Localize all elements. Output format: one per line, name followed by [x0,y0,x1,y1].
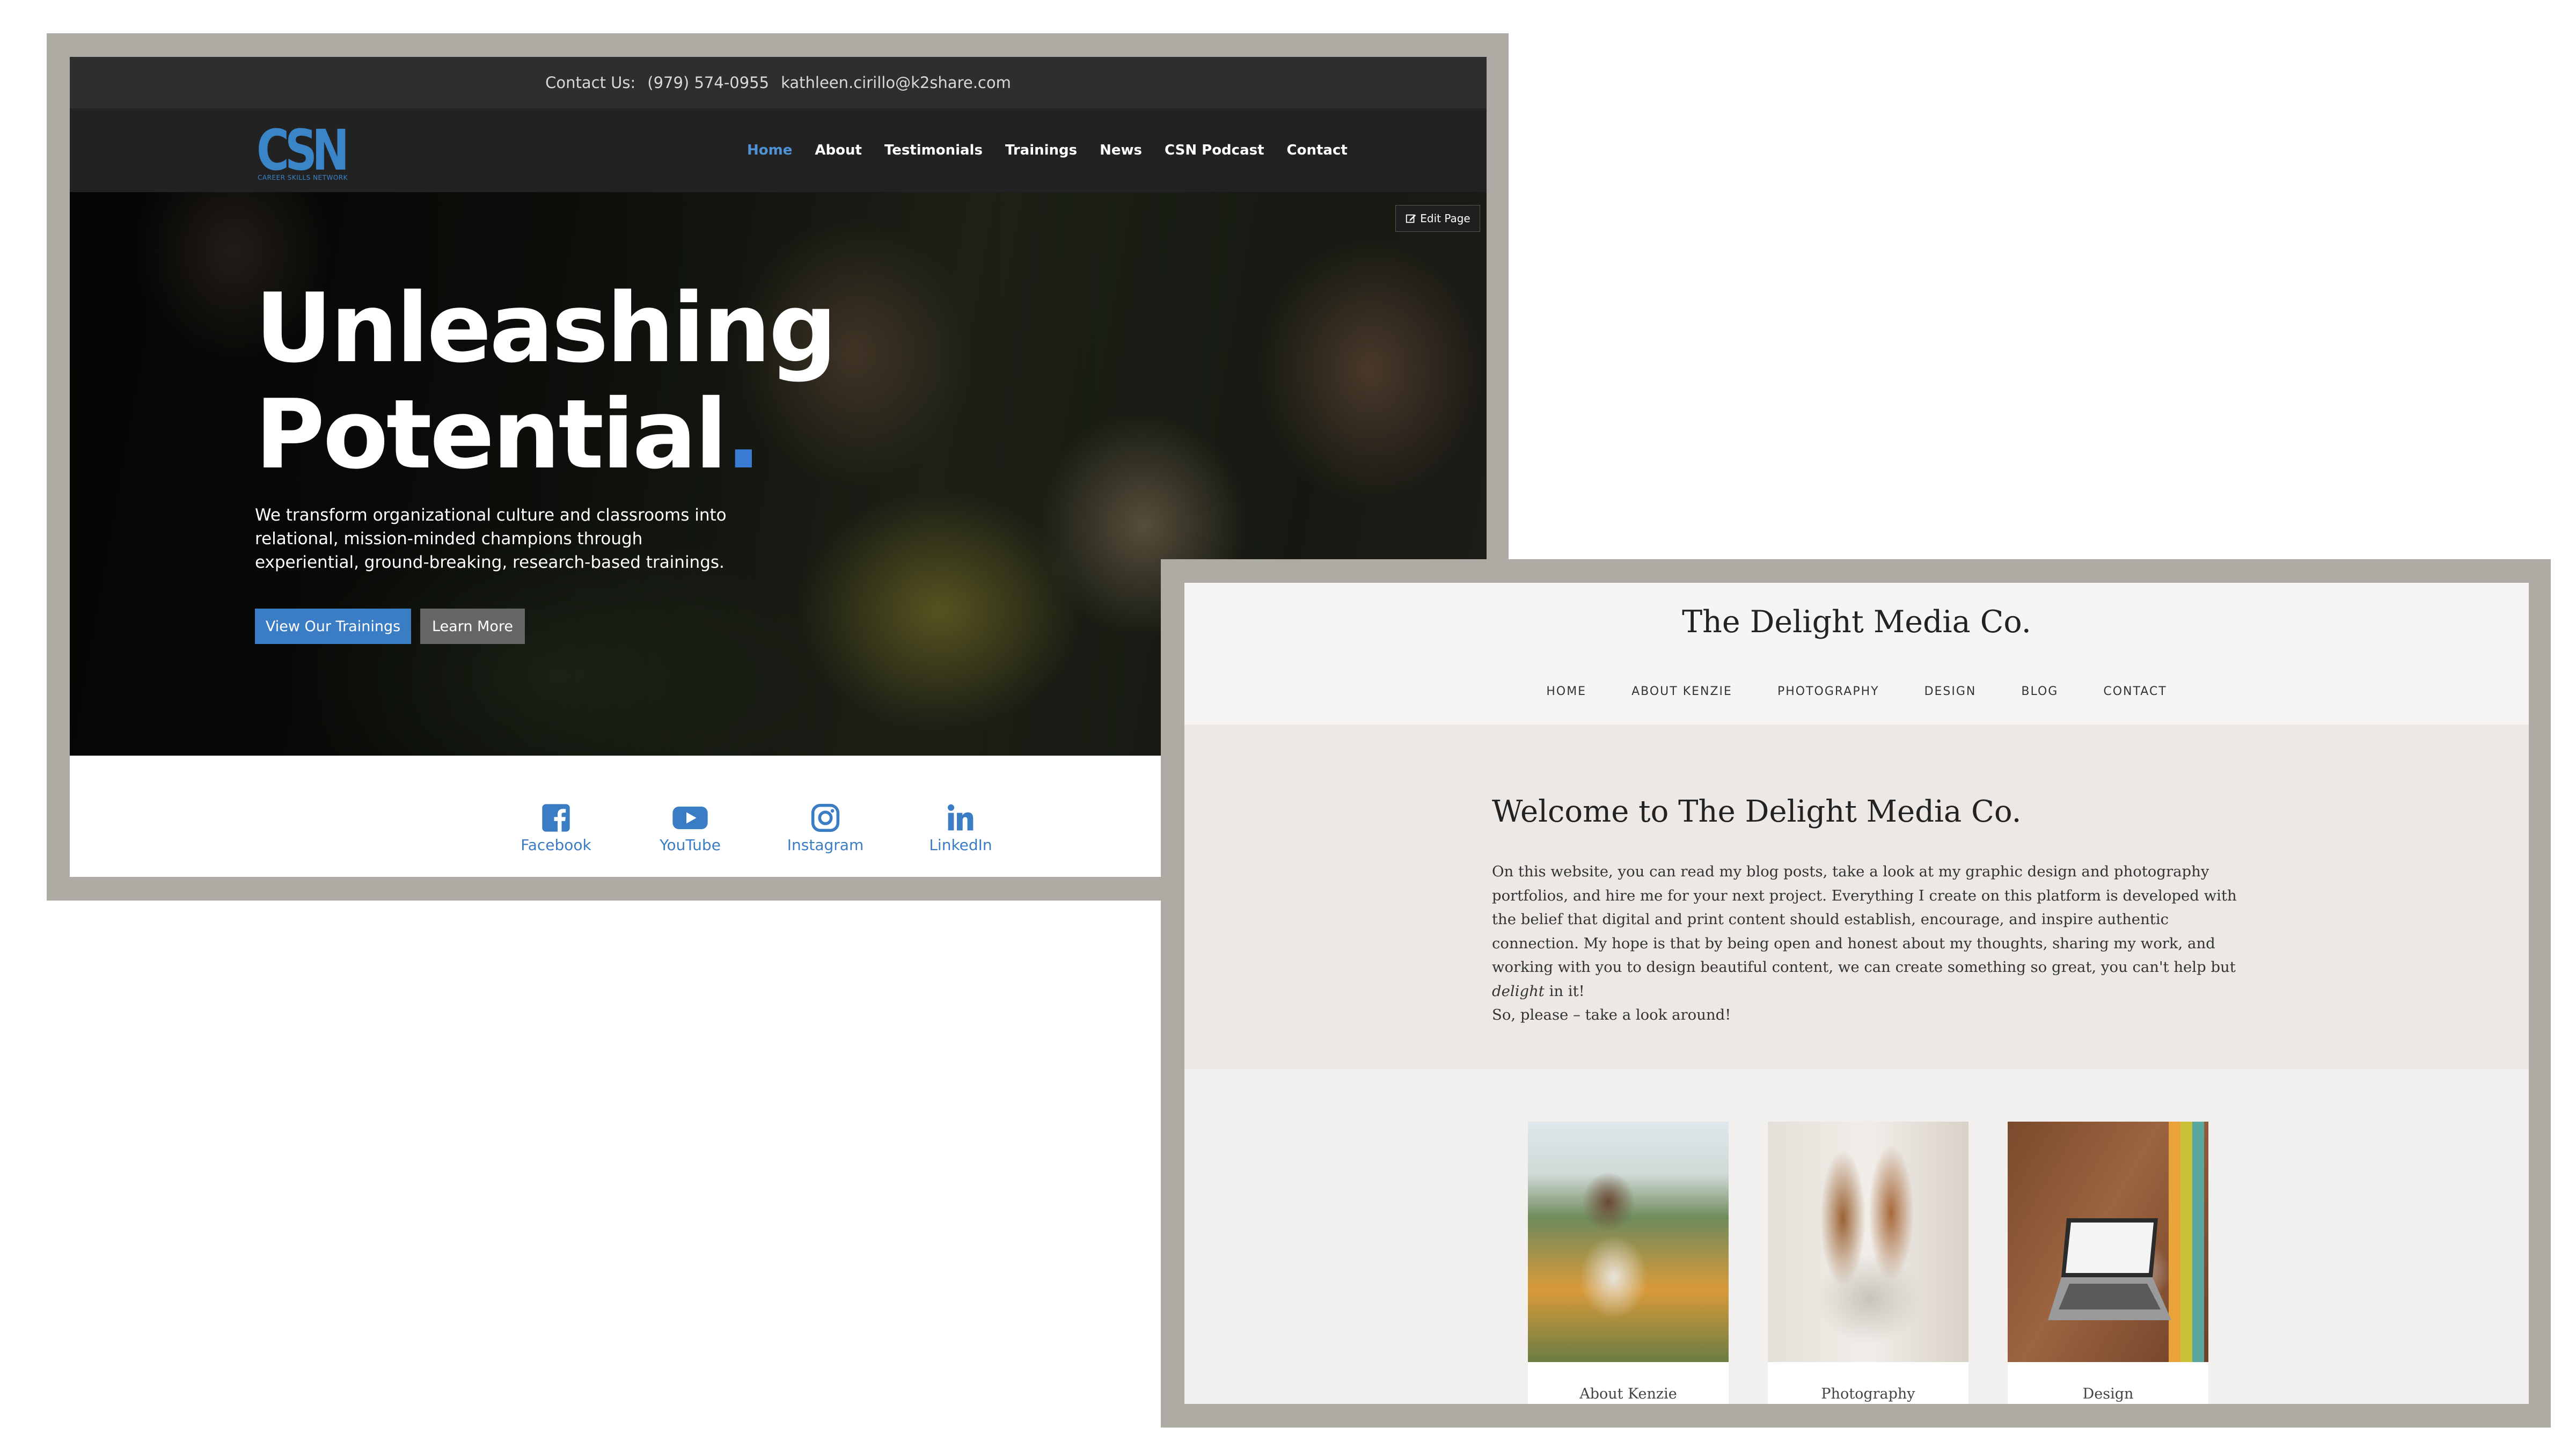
cards-section: About Kenzie Photography Design [1184,1069,2529,1404]
rainbow-stripe [2180,1122,2192,1362]
nav-trainings[interactable]: Trainings [1005,142,1077,158]
youtube-label: YouTube [660,836,721,854]
welcome-heading: Welcome to The Delight Media Co. [1492,794,2022,829]
contact-label: Contact Us: [545,74,636,92]
dm-nav-design[interactable]: DESIGN [1924,685,1977,698]
nav-testimonials[interactable]: Testimonials [884,142,983,158]
logo-text: CSN [257,118,349,183]
instagram-icon [811,803,840,832]
hero-title-dot: . [725,379,762,490]
nav-news[interactable]: News [1100,142,1142,158]
hero-title-line2-wrap: Potential. [255,382,835,488]
facebook-label: Facebook [521,836,591,854]
dm-nav-contact[interactable]: CONTACT [2103,685,2167,698]
social-linkedin[interactable]: LinkedIn [918,803,1004,854]
facebook-icon [542,804,570,832]
site-title[interactable]: The Delight Media Co. [1184,604,2529,640]
nav-contact[interactable]: Contact [1287,142,1348,158]
card-caption: Design [2082,1386,2134,1402]
edit-page-button[interactable]: Edit Page [1395,205,1480,232]
rainbow-stripe [2192,1122,2204,1362]
about-kenzie-photo [1528,1122,1729,1362]
dm-nav: HOME ABOUT KENZIE PHOTOGRAPHY DESIGN BLO… [1184,685,2529,698]
welcome-body-emphasis: delight [1492,982,1545,1000]
edit-icon [1406,214,1416,223]
photography-photo [1768,1122,1968,1362]
dm-nav-home[interactable]: HOME [1546,685,1586,698]
welcome-body-text-end: in it! [1544,982,1585,1000]
logo-subtext: CAREER SKILLS NETWORK [258,174,348,181]
linkedin-icon [947,804,974,831]
hero-title-line2: Potential [255,379,728,490]
nav-links: Home About Testimonials Trainings News C… [747,108,1348,192]
csn-logo[interactable]: CSN CAREER SKILLS NETWORK [257,122,349,186]
linkedin-label: LinkedIn [929,836,992,854]
card-photography[interactable]: Photography [1768,1122,1968,1404]
hero-description: We transform organizational culture and … [255,506,727,572]
welcome-body: On this website, you can read my blog po… [1492,860,2254,1027]
welcome-body-line2: So, please – take a look around! [1492,1006,1731,1023]
nav-csn-podcast[interactable]: CSN Podcast [1165,142,1264,158]
contact-phone[interactable]: (979) 574-0955 [647,74,769,92]
card-caption: Photography [1821,1386,1915,1402]
learn-more-button[interactable]: Learn More [420,609,525,644]
delight-media-website: The Delight Media Co. HOME ABOUT KENZIE … [1184,583,2529,1404]
card-about-kenzie[interactable]: About Kenzie [1528,1122,1729,1404]
card-caption: About Kenzie [1579,1386,1677,1402]
nav-home[interactable]: Home [747,142,792,158]
dm-header: The Delight Media Co. HOME ABOUT KENZIE … [1184,583,2529,724]
dm-nav-blog[interactable]: BLOG [2021,685,2058,698]
view-trainings-button[interactable]: View Our Trainings [255,609,411,644]
instagram-label: Instagram [787,836,864,854]
youtube-icon [672,807,708,829]
contact-email[interactable]: kathleen.cirillo@k2share.com [781,74,1011,92]
laptop-illustration [2048,1218,2171,1320]
nav-about[interactable]: About [815,142,862,158]
social-instagram[interactable]: Instagram [782,803,868,854]
edit-page-label: Edit Page [1420,212,1470,225]
design-photo [2008,1122,2208,1362]
dm-nav-photography[interactable]: PHOTOGRAPHY [1777,685,1879,698]
contact-topbar: Contact Us: (979) 574-0955 kathleen.ciri… [70,57,1487,108]
card-design[interactable]: Design [2008,1122,2208,1404]
welcome-section: Welcome to The Delight Media Co. On this… [1184,724,2529,1069]
hero-title: Unleashing Potential. [255,273,837,488]
hero-title-line1: Unleashing [255,273,837,384]
welcome-body-text: On this website, you can read my blog po… [1492,863,2237,976]
dm-nav-about-kenzie[interactable]: ABOUT KENZIE [1631,685,1732,698]
social-youtube[interactable]: YouTube [647,803,733,854]
social-facebook[interactable]: Facebook [513,803,599,854]
